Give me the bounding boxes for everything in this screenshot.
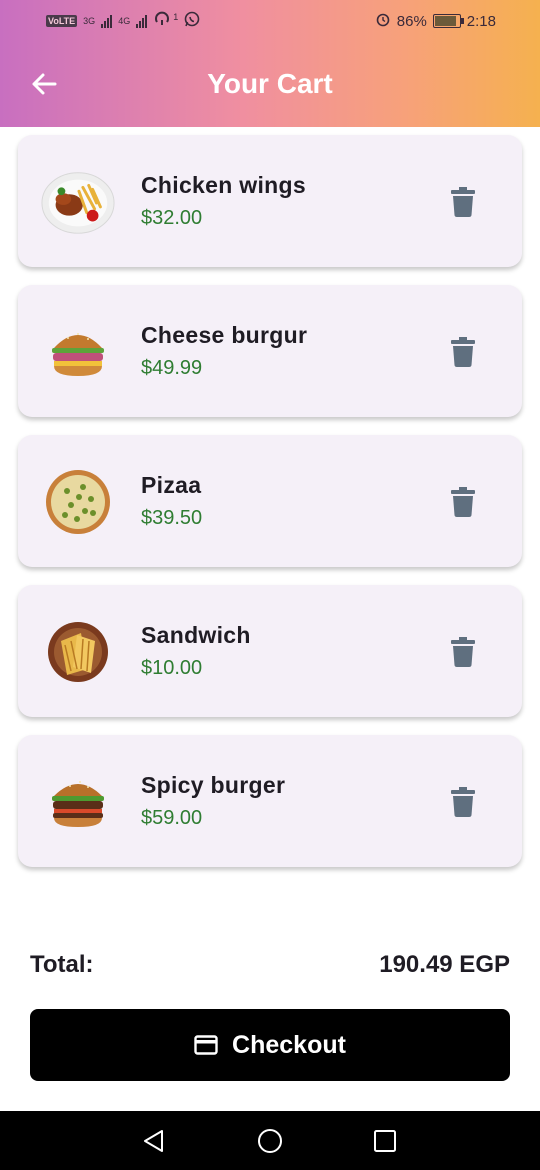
item-name: Chicken wings bbox=[141, 172, 306, 198]
item-name: Spicy burger bbox=[141, 772, 286, 798]
app-bar: Your Cart bbox=[0, 42, 540, 127]
cart-item[interactable]: Pizaa $39.50 bbox=[18, 435, 522, 567]
checkout-label: Checkout bbox=[232, 1030, 346, 1059]
delete-button[interactable] bbox=[448, 335, 478, 369]
square-recents-icon bbox=[374, 1130, 396, 1152]
sim1-type: 3G bbox=[83, 16, 96, 26]
credit-card-icon bbox=[194, 1035, 218, 1055]
item-name: Cheese burgur bbox=[141, 322, 308, 348]
cart-item[interactable]: Cheese burgur $49.99 bbox=[18, 285, 522, 417]
triangle-back-icon bbox=[144, 1130, 163, 1152]
delete-button[interactable] bbox=[448, 635, 478, 669]
checkout-button[interactable]: Checkout bbox=[30, 1009, 510, 1081]
chicken-wings-image bbox=[40, 169, 116, 235]
item-price: $39.50 bbox=[141, 507, 203, 529]
trash-icon bbox=[451, 787, 475, 817]
status-right: 86% 2:18 bbox=[375, 11, 496, 31]
sim2-type: 4G bbox=[118, 16, 131, 26]
trash-icon bbox=[451, 187, 475, 217]
item-price: $32.00 bbox=[141, 207, 203, 229]
nav-home-button[interactable] bbox=[257, 1128, 283, 1154]
delete-button[interactable] bbox=[448, 485, 478, 519]
whatsapp-icon bbox=[184, 11, 200, 31]
cart-list: Chicken wings $32.00 Cheese burgur $49.9… bbox=[18, 135, 522, 885]
cart-item[interactable]: Chicken wings $32.00 bbox=[18, 135, 522, 267]
item-price: $10.00 bbox=[141, 657, 203, 679]
circle-home-icon bbox=[258, 1129, 282, 1153]
item-name: Sandwich bbox=[141, 622, 251, 648]
item-price: $59.00 bbox=[141, 807, 203, 829]
trash-icon bbox=[451, 337, 475, 367]
delete-button[interactable] bbox=[448, 185, 478, 219]
cart-item[interactable]: Sandwich $10.00 bbox=[18, 585, 522, 717]
hotspot-count: 1 bbox=[173, 12, 179, 22]
total-value: 190.49 EGP bbox=[379, 951, 510, 978]
trash-icon bbox=[451, 637, 475, 667]
battery-percent: 86% bbox=[396, 12, 427, 30]
status-bar: VoLTE 3G 4G 1 86% 2:18 bbox=[0, 0, 540, 42]
battery-icon bbox=[432, 14, 464, 28]
total-label: Total: bbox=[30, 951, 94, 978]
item-name: Pizaa bbox=[141, 472, 202, 498]
volte-badge: VoLTE bbox=[46, 15, 78, 27]
item-price: $49.99 bbox=[141, 357, 203, 379]
signal-strength-icon-2 bbox=[136, 14, 148, 28]
top-gradient-header: VoLTE 3G 4G 1 86% 2:18 Your Cart bbox=[0, 0, 540, 127]
nav-recents-button[interactable] bbox=[372, 1128, 398, 1154]
hotspot-icon bbox=[153, 11, 171, 31]
sandwich-image bbox=[40, 619, 116, 685]
delete-button[interactable] bbox=[448, 785, 478, 819]
page-title: Your Cart bbox=[207, 68, 333, 99]
signal-strength-icon bbox=[101, 14, 113, 28]
trash-icon bbox=[451, 487, 475, 517]
spicy-burger-image bbox=[40, 769, 116, 835]
cart-item[interactable]: Spicy burger $59.00 bbox=[18, 735, 522, 867]
pizza-image bbox=[40, 469, 116, 535]
cheese-burger-image bbox=[40, 319, 116, 385]
alarm-icon bbox=[375, 11, 391, 31]
status-left: VoLTE 3G 4G 1 bbox=[46, 11, 200, 31]
clock: 2:18 bbox=[466, 12, 496, 30]
nav-back-button[interactable] bbox=[141, 1128, 167, 1154]
system-nav-bar bbox=[0, 1111, 540, 1170]
